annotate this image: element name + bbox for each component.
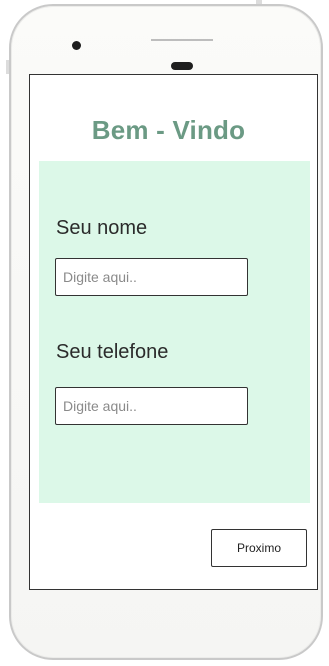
mockup-canvas: Bem - Vindo Seu nome Seu telefone Proxim…: [0, 0, 329, 666]
speaker-grille: [151, 39, 213, 41]
phone-label: Seu telefone: [56, 341, 169, 363]
form-panel: Seu nome Seu telefone: [39, 161, 310, 503]
page-title: Bem - Vindo: [91, 115, 246, 145]
name-input[interactable]: [55, 258, 248, 296]
phone-input[interactable]: [55, 387, 248, 425]
next-button[interactable]: Proximo: [211, 529, 307, 567]
earpiece-icon: [171, 62, 193, 70]
phone-screen: Bem - Vindo Seu nome Seu telefone Proxim…: [29, 74, 318, 590]
front-camera-icon: [72, 41, 81, 50]
name-label: Seu nome: [56, 217, 148, 239]
